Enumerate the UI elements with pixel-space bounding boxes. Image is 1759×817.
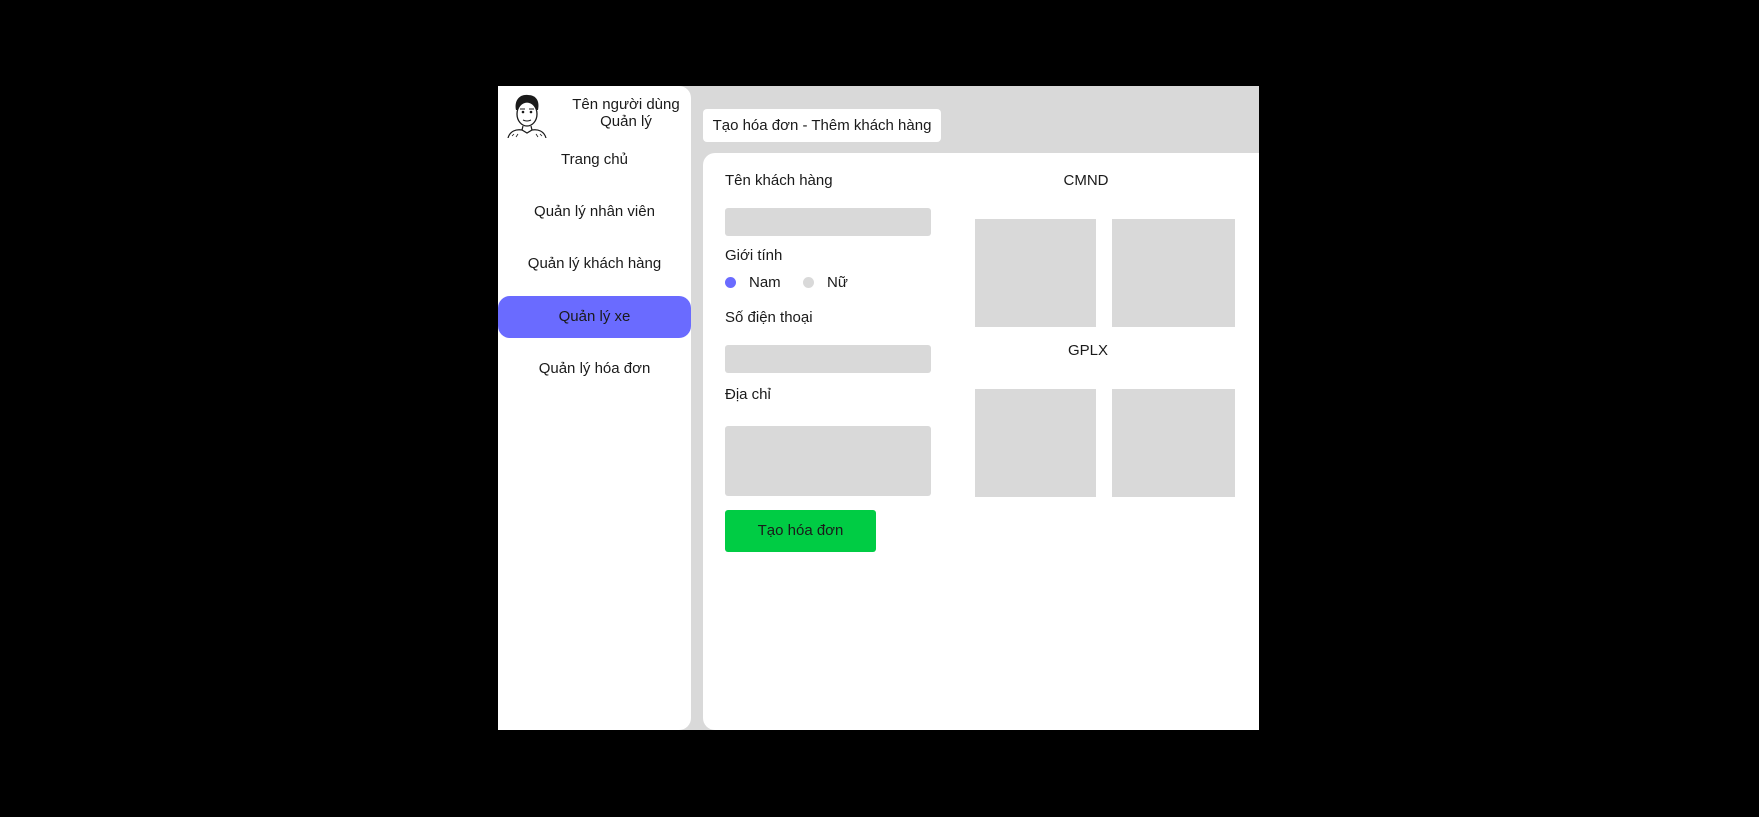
customer-name-input[interactable]: [725, 208, 931, 236]
sidebar-item-employees[interactable]: Quản lý nhân viên: [498, 191, 691, 233]
gender-option-male-label: Nam: [749, 274, 781, 291]
radio-selected-icon: [725, 277, 736, 288]
app-window: Tên người dùng Quản lý Trang chủ Quản lý…: [498, 86, 1259, 730]
address-input[interactable]: [725, 426, 931, 496]
gender-option-male[interactable]: Nam: [725, 274, 781, 291]
gender-option-female-label: Nữ: [827, 274, 848, 291]
sidebar-item-vehicles[interactable]: Quản lý xe: [498, 296, 691, 338]
phone-input[interactable]: [725, 345, 931, 373]
gender-option-female[interactable]: Nữ: [803, 274, 848, 291]
phone-label: Số điện thoại: [725, 309, 813, 326]
customer-form-panel: Tên khách hàng Giới tính Nam Nữ Số điện …: [703, 153, 1259, 730]
id-card-front-image[interactable]: [975, 219, 1096, 327]
customer-name-label: Tên khách hàng: [725, 172, 833, 189]
user-name: Tên người dùng: [572, 96, 680, 113]
sidebar-item-invoices[interactable]: Quản lý hóa đơn: [498, 348, 691, 390]
create-invoice-button[interactable]: Tạo hóa đơn: [725, 510, 876, 552]
id-card-title: CMND: [1063, 172, 1109, 189]
radio-unselected-icon: [803, 277, 814, 288]
id-card-back-image[interactable]: [1112, 219, 1235, 327]
license-back-image[interactable]: [1112, 389, 1235, 497]
user-profile: Tên người dùng Quản lý: [498, 86, 691, 138]
sidebar-item-customers[interactable]: Quản lý khách hàng: [498, 243, 691, 285]
user-role: Quản lý: [600, 113, 652, 130]
user-avatar-sketch-icon: [507, 94, 547, 138]
tab-create-invoice-add-customer[interactable]: Tạo hóa đơn - Thêm khách hàng: [703, 109, 941, 142]
sidebar: Tên người dùng Quản lý Trang chủ Quản lý…: [498, 86, 691, 730]
address-label: Địa chỉ: [725, 386, 771, 403]
sidebar-item-home[interactable]: Trang chủ: [498, 139, 691, 181]
gender-label: Giới tính: [725, 247, 783, 264]
avatar[interactable]: [502, 90, 552, 138]
license-front-image[interactable]: [975, 389, 1096, 497]
license-title: GPLX: [1067, 342, 1109, 359]
